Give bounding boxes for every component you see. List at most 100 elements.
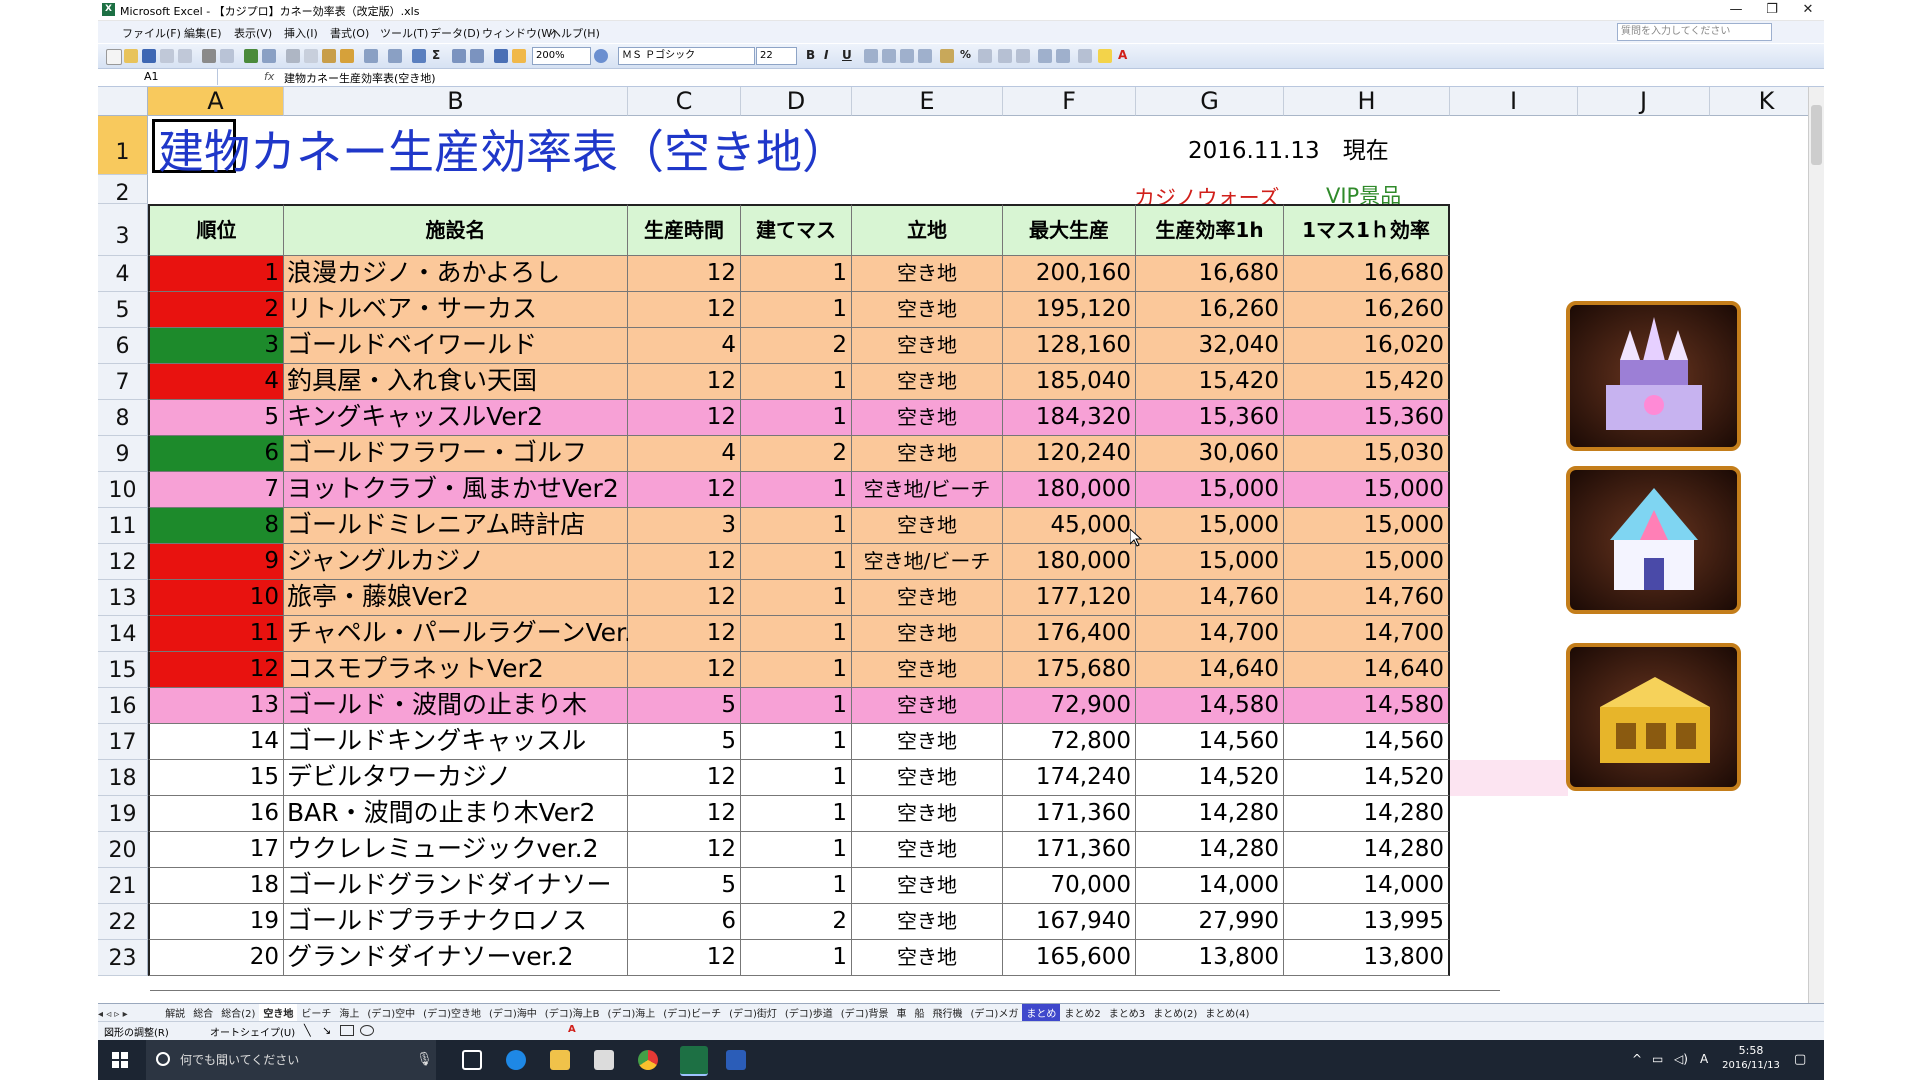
rank-cell[interactable]: 2: [148, 292, 284, 328]
permission-icon[interactable]: [160, 49, 174, 63]
efficiency-per-square-cell[interactable]: 16,680: [1284, 256, 1450, 292]
column-header-j[interactable]: J: [1578, 87, 1710, 116]
row-header-2[interactable]: 2: [98, 175, 148, 206]
rank-cell[interactable]: 4: [148, 364, 284, 400]
excel-taskbar-icon[interactable]: [680, 1046, 708, 1076]
row-header-21[interactable]: 21: [98, 868, 148, 904]
efficiency-1h-cell[interactable]: 30,060: [1136, 436, 1284, 472]
efficiency-1h-cell[interactable]: 32,040: [1136, 328, 1284, 364]
help-icon[interactable]: [594, 49, 608, 63]
column-header-b[interactable]: B: [284, 87, 628, 116]
production-time-cell[interactable]: 5: [628, 724, 741, 760]
percent-icon[interactable]: %: [960, 48, 971, 61]
row-header-15[interactable]: 15: [98, 652, 148, 688]
undo-icon[interactable]: [364, 49, 378, 63]
facility-name-cell[interactable]: ジャングルカジノ: [284, 544, 628, 580]
column-header-a[interactable]: A: [148, 87, 284, 116]
row-header-19[interactable]: 19: [98, 796, 148, 832]
facility-name-cell[interactable]: チャペル・パールラグーンVer.2: [284, 616, 648, 652]
max-production-cell[interactable]: 72,800: [1003, 724, 1136, 760]
location-cell[interactable]: 空き地: [852, 328, 1003, 364]
sheet-tab[interactable]: (デコ)ビーチ: [659, 1004, 725, 1021]
facility-name-cell[interactable]: ゴールドベイワールド: [284, 328, 628, 364]
redo-icon[interactable]: [388, 49, 402, 63]
windows-start-icon[interactable]: [112, 1052, 128, 1068]
production-time-cell[interactable]: 12: [628, 940, 741, 976]
sheet-tab[interactable]: 総合(2): [217, 1004, 259, 1021]
production-time-cell[interactable]: 4: [628, 328, 741, 364]
location-cell[interactable]: 空き地: [852, 688, 1003, 724]
rank-cell[interactable]: 9: [148, 544, 284, 580]
row-header-20[interactable]: 20: [98, 832, 148, 868]
max-production-cell[interactable]: 176,400: [1003, 616, 1136, 652]
row-header-11[interactable]: 11: [98, 508, 148, 544]
new-file-icon[interactable]: [106, 49, 122, 65]
max-production-cell[interactable]: 165,600: [1003, 940, 1136, 976]
tray-chevron-icon[interactable]: ^: [1632, 1052, 1642, 1066]
sheet-tab[interactable]: 車: [893, 1004, 911, 1021]
line-icon[interactable]: ╲: [304, 1024, 311, 1037]
sheet-tab[interactable]: まとめ(4): [1201, 1004, 1253, 1021]
production-time-cell[interactable]: 12: [628, 760, 741, 796]
rank-cell[interactable]: 5: [148, 400, 284, 436]
row-header-12[interactable]: 12: [98, 544, 148, 580]
max-production-cell[interactable]: 195,120: [1003, 292, 1136, 328]
efficiency-1h-cell[interactable]: 16,680: [1136, 256, 1284, 292]
font-size-select[interactable]: 22: [756, 47, 797, 65]
format-painter-icon[interactable]: [340, 49, 354, 63]
increase-decimal-icon[interactable]: [998, 49, 1012, 63]
efficiency-1h-cell[interactable]: 13,800: [1136, 940, 1284, 976]
sort-ascending-icon[interactable]: [452, 49, 466, 63]
row-header-14[interactable]: 14: [98, 616, 148, 652]
taskbar-search-box[interactable]: 何でも聞いてください 🎙: [146, 1040, 436, 1080]
facility-name-cell[interactable]: ゴールドグランドダイナソー: [284, 868, 628, 904]
efficiency-1h-cell[interactable]: 14,280: [1136, 832, 1284, 868]
facility-name-cell[interactable]: デビルタワーカジノ: [284, 760, 628, 796]
facility-name-cell[interactable]: リトルベア・サーカス: [284, 292, 628, 328]
facility-name-cell[interactable]: 浪漫カジノ・あかよろし: [284, 256, 628, 292]
rank-cell[interactable]: 18: [148, 868, 284, 904]
column-header-f[interactable]: F: [1003, 87, 1136, 116]
efficiency-per-square-cell[interactable]: 16,020: [1284, 328, 1450, 364]
efficiency-1h-cell[interactable]: 14,580: [1136, 688, 1284, 724]
merge-center-icon[interactable]: [918, 49, 932, 63]
efficiency-per-square-cell[interactable]: 15,000: [1284, 544, 1450, 580]
decrease-indent-icon[interactable]: [1038, 49, 1052, 63]
max-production-cell[interactable]: 185,040: [1003, 364, 1136, 400]
menu-format[interactable]: 書式(O): [330, 25, 369, 41]
column-header-c[interactable]: C: [628, 87, 741, 116]
location-cell[interactable]: 空き地: [852, 580, 1003, 616]
location-cell[interactable]: 空き地: [852, 796, 1003, 832]
efficiency-1h-cell[interactable]: 15,000: [1136, 544, 1284, 580]
align-center-icon[interactable]: [882, 49, 896, 63]
menu-tools[interactable]: ツール(T): [380, 25, 428, 41]
squares-cell[interactable]: 1: [741, 292, 852, 328]
squares-cell[interactable]: 1: [741, 796, 852, 832]
max-production-cell[interactable]: 184,320: [1003, 400, 1136, 436]
efficiency-per-square-cell[interactable]: 14,280: [1284, 796, 1450, 832]
squares-cell[interactable]: 1: [741, 364, 852, 400]
max-production-cell[interactable]: 72,900: [1003, 688, 1136, 724]
production-time-cell[interactable]: 12: [628, 580, 741, 616]
production-time-cell[interactable]: 12: [628, 616, 741, 652]
vertical-scrollbar[interactable]: [1808, 87, 1824, 1003]
facility-name-cell[interactable]: ゴールドフラワー・ゴルフ: [284, 436, 628, 472]
facility-name-cell[interactable]: BAR・波間の止まり木Ver2: [284, 796, 628, 832]
column-header-d[interactable]: D: [741, 87, 852, 116]
efficiency-1h-cell[interactable]: 15,000: [1136, 508, 1284, 544]
restore-icon[interactable]: ❐: [1754, 1, 1790, 19]
notifications-icon[interactable]: ▢: [1794, 1052, 1806, 1067]
sheet-tab[interactable]: (デコ)歩道: [781, 1004, 837, 1021]
tab-scroll-arrows-icon[interactable]: ◂ ◃ ▹ ▸: [98, 1009, 158, 1020]
fill-color-icon[interactable]: [1098, 49, 1112, 63]
row-header-5[interactable]: 5: [98, 292, 148, 328]
squares-cell[interactable]: 1: [741, 832, 852, 868]
column-header-h[interactable]: H: [1284, 87, 1450, 116]
cut-icon[interactable]: [286, 49, 300, 63]
hyperlink-icon[interactable]: [412, 49, 426, 63]
facility-name-cell[interactable]: 釣具屋・入れ食い天国: [284, 364, 628, 400]
squares-cell[interactable]: 1: [741, 688, 852, 724]
max-production-cell[interactable]: 167,940: [1003, 904, 1136, 940]
production-time-cell[interactable]: 12: [628, 832, 741, 868]
sheet-tab[interactable]: (デコ)メガ: [967, 1004, 1023, 1021]
